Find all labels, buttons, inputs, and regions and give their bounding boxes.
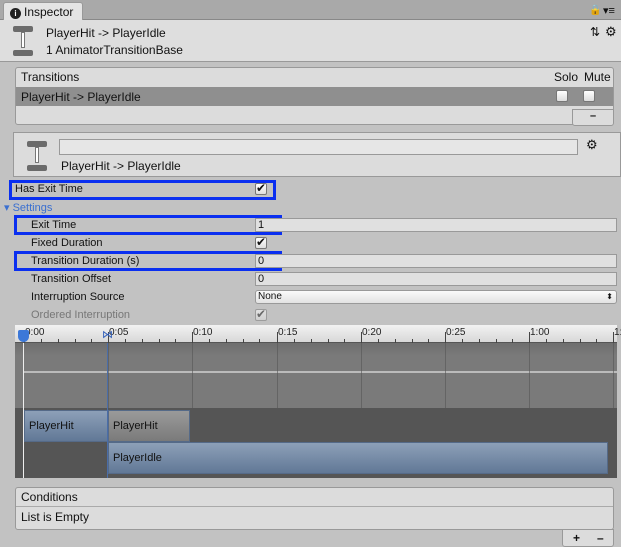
minor-tick — [159, 339, 160, 343]
minor-tick — [596, 339, 597, 343]
grid-line — [613, 343, 614, 478]
tick-mark — [192, 332, 193, 343]
mute-checkbox[interactable] — [583, 90, 595, 102]
transitions-header: Transitions — [21, 70, 80, 84]
minor-tick — [243, 339, 244, 343]
minor-tick — [546, 339, 547, 343]
inspector-header: PlayerHit -> PlayerIdle 1 AnimatorTransi… — [0, 20, 621, 62]
minor-tick — [512, 339, 513, 343]
tick-mark — [361, 332, 362, 343]
preset-icon[interactable]: ⇅ — [590, 25, 600, 39]
transition-header: ⚙ PlayerHit -> PlayerIdle — [13, 132, 621, 177]
transition-offset-label: Transition Offset — [31, 273, 112, 285]
minor-tick — [142, 339, 143, 343]
mute-header: Mute — [584, 70, 611, 84]
fixed-duration-label: Fixed Duration — [31, 237, 103, 249]
source-clip[interactable]: PlayerHit — [24, 410, 108, 442]
conditions-list: Conditions List is Empty — [15, 487, 614, 530]
minor-tick — [344, 339, 345, 343]
minor-tick — [58, 339, 59, 343]
solo-checkbox[interactable] — [556, 90, 568, 102]
minor-tick — [412, 339, 413, 343]
conditions-header: Conditions — [21, 490, 78, 504]
minor-tick — [378, 339, 379, 343]
conditions-footer: + – — [562, 529, 614, 547]
minor-tick — [175, 339, 176, 343]
dropdown-arrow-icon: ⬍ — [606, 292, 613, 301]
header-title: PlayerHit -> PlayerIdle — [46, 26, 166, 40]
gear-icon[interactable]: ⚙ — [586, 137, 598, 153]
ordered-interruption-checkbox[interactable] — [255, 307, 267, 321]
curve-area — [15, 343, 617, 408]
minor-tick — [428, 339, 429, 343]
tick-mark — [277, 332, 278, 343]
exit-time-label: Exit Time — [31, 219, 77, 231]
minor-tick — [209, 339, 210, 343]
minor-tick — [41, 339, 42, 343]
transitions-list: Transitions Solo Mute PlayerHit -> Playe… — [15, 67, 614, 125]
minor-tick — [580, 339, 581, 343]
interruption-source-dropdown[interactable]: None ⬍ — [255, 290, 617, 304]
transition-name-input[interactable] — [59, 139, 578, 155]
has-exit-time-checkbox[interactable] — [255, 181, 267, 195]
destination-clip[interactable]: PlayerIdle — [108, 442, 608, 474]
tick-mark — [529, 332, 530, 343]
transition-line — [107, 343, 108, 478]
source-clip-tail[interactable]: PlayerHit — [108, 410, 190, 442]
tick-label: 1: — [614, 327, 621, 338]
solo-header: Solo — [554, 70, 579, 84]
transition-row-label: PlayerHit -> PlayerIdle — [21, 90, 141, 104]
tick-mark — [613, 332, 614, 343]
tick-label: 1:00 — [530, 327, 550, 338]
minor-tick — [462, 339, 463, 343]
minor-tick — [328, 339, 329, 343]
tick-label: 0:10 — [193, 327, 213, 338]
transition-icon — [27, 141, 47, 171]
conditions-empty-label: List is Empty — [21, 510, 90, 524]
add-condition-button[interactable]: + — [573, 531, 580, 545]
minor-tick — [563, 339, 564, 343]
has-exit-time-label: Has Exit Time — [15, 183, 83, 195]
gear-icon[interactable]: ⚙ — [605, 24, 617, 40]
minor-tick — [395, 339, 396, 343]
tick-mark — [445, 332, 446, 343]
settings-foldout[interactable]: ▾ Settings — [4, 201, 52, 214]
minor-tick — [259, 339, 260, 343]
transition-offset-field[interactable]: 0 — [255, 272, 617, 286]
minor-tick — [125, 339, 126, 343]
tab-inspector[interactable]: i Inspector — [3, 2, 83, 20]
transition-label: PlayerHit -> PlayerIdle — [61, 159, 181, 173]
transition-icon — [13, 26, 33, 56]
tick-label: 0:25 — [446, 327, 466, 338]
tick-label: 0:15 — [278, 327, 298, 338]
transition-row[interactable]: PlayerHit -> PlayerIdle — [16, 87, 613, 106]
header-subtitle: 1 AnimatorTransitionBase — [46, 43, 183, 57]
minor-tick — [496, 339, 497, 343]
info-icon: i — [10, 8, 21, 19]
remove-condition-button[interactable]: – — [597, 531, 604, 545]
transition-duration-field[interactable]: 0 — [255, 254, 617, 268]
exit-time-field[interactable]: 1 — [255, 218, 617, 232]
minor-tick — [294, 339, 295, 343]
minor-tick — [226, 339, 227, 343]
interruption-source-label: Interruption Source — [31, 291, 125, 303]
ordered-interruption-label: Ordered Interruption — [31, 309, 131, 321]
transition-duration-label: Transition Duration (s) — [31, 255, 140, 267]
transition-marker-handle[interactable]: ⋈ — [102, 329, 114, 342]
tick-label: 0:20 — [362, 327, 382, 338]
lock-icon[interactable]: 🔒 — [589, 5, 601, 16]
fixed-duration-checkbox[interactable] — [255, 235, 267, 249]
minor-tick — [479, 339, 480, 343]
playhead-line — [23, 343, 24, 478]
tab-bar: i Inspector 🔒 ▾≡ — [0, 0, 621, 20]
playhead-handle[interactable] — [18, 330, 29, 342]
minor-tick — [91, 339, 92, 343]
minor-tick — [75, 339, 76, 343]
remove-transition-button[interactable]: – — [572, 109, 614, 126]
menu-icon[interactable]: ▾≡ — [603, 4, 615, 17]
minor-tick — [311, 339, 312, 343]
